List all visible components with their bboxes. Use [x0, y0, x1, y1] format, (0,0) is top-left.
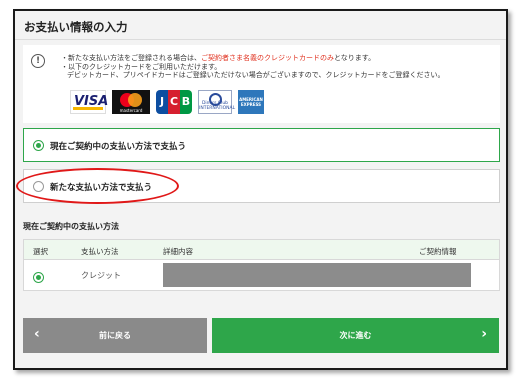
column-header-contract-info: ご契約情報 [419, 247, 457, 256]
notice-line-1: ・新たな支払い方法をご登録される場合は、ご契約者さま名義のクレジットカードのみと… [61, 54, 491, 63]
title-divider [15, 39, 506, 40]
column-header-method: 支払い方法 [81, 247, 119, 256]
notice-line-3: デビットカード、プリペイドカードはご登録いただけない場合がございますので、クレジ… [67, 71, 445, 79]
back-button[interactable]: ‹ 前に戻る [23, 318, 207, 353]
notice-line-1-prefix: ・新たな支払い方法をご登録される場合は、 [61, 54, 201, 62]
jcb-letter-c: C [168, 90, 180, 114]
info-circle-icon: ! [31, 54, 45, 68]
jcb-letter-j: J [156, 90, 168, 114]
table-header: 選択 支払い方法 詳細内容 ご契約情報 [24, 240, 499, 260]
mastercard-logo-text: mastercard [119, 108, 143, 113]
notice-box: ! ・新たな支払い方法をご登録される場合は、ご契約者さま名義のクレジットカードの… [23, 45, 500, 123]
column-header-details: 詳細内容 [163, 247, 193, 256]
visa-logo: VISA [70, 90, 108, 114]
row-radio[interactable] [33, 272, 44, 283]
table-row[interactable] [33, 272, 44, 283]
notice-line-2: ・以下のクレジットカードをご利用いただけます。 [61, 62, 222, 71]
panel-body: お支払い情報の入力 ! ・新たな支払い方法をご登録される場合は、ご契約者さま名義… [15, 11, 506, 368]
current-method-heading: 現在ご契約中の支払い方法 [23, 222, 119, 231]
diners-club-logo: Diners Club INTERNATIONAL [198, 90, 236, 114]
notice-text: ・新たな支払い方法をご登録される場合は、ご契約者さま名義のクレジットカードのみと… [61, 54, 491, 80]
back-button-label: 前に戻る [99, 331, 131, 340]
row-method: クレジット [81, 271, 121, 280]
payment-panel: お支払い情報の入力 ! ・新たな支払い方法をご登録される場合は、ご契約者さま名義… [13, 9, 508, 370]
amex-logo-text: AMERICAN EXPRESS [239, 97, 263, 107]
option-current-method[interactable]: 現在ご契約中の支払い方法で支払う [23, 128, 500, 162]
diners-logo-text: Diners Club INTERNATIONAL [199, 101, 236, 111]
annotation-red-circle [16, 168, 179, 204]
mastercard-logo: mastercard [112, 90, 150, 114]
page-title: お支払い情報の入力 [24, 20, 128, 34]
option-current-method-label: 現在ご契約中の支払い方法で支払う [50, 142, 187, 152]
next-button[interactable]: 次に進む › [212, 318, 499, 353]
chevron-right-icon: › [481, 326, 487, 342]
column-header-select: 選択 [33, 247, 48, 256]
amex-logo: AMERICAN EXPRESS [238, 90, 264, 114]
jcb-letter-b: B [180, 90, 192, 114]
radio-current-method[interactable] [33, 140, 44, 151]
masked-details [163, 263, 471, 287]
jcb-logo: J C B [156, 90, 192, 114]
notice-line-1-suffix: となります。 [334, 54, 376, 62]
current-method-table: 選択 支払い方法 詳細内容 ご契約情報 クレジット [23, 239, 500, 291]
next-button-label: 次に進む [339, 331, 372, 340]
notice-highlight: ご契約者さま名義のクレジットカードのみ [201, 54, 334, 62]
